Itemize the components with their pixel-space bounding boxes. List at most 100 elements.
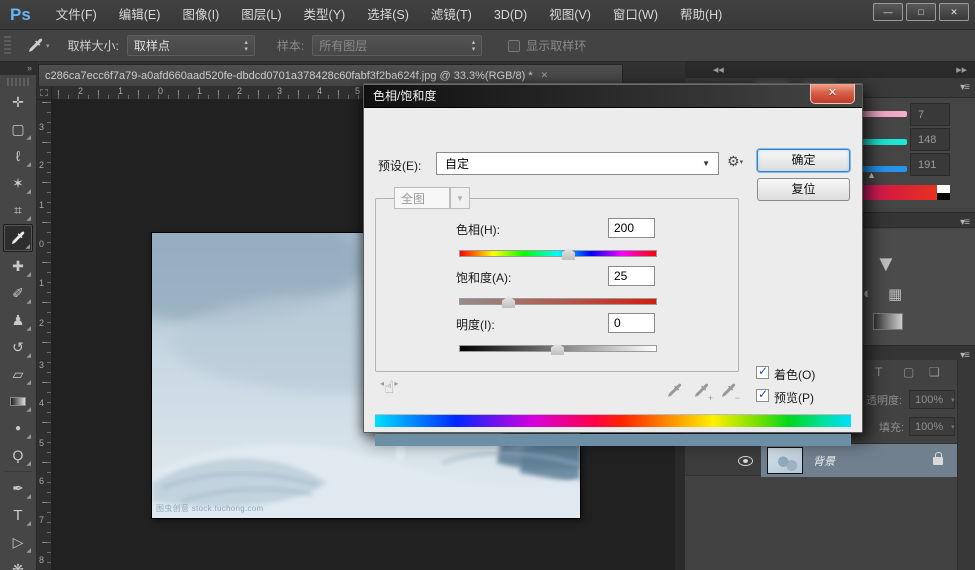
fill-dropdown[interactable]: 100% ▾ (909, 417, 955, 436)
sample-value: 所有图层 (319, 39, 368, 53)
dodge-tool[interactable]: Ϙ ◢ (3, 442, 33, 468)
blur-tool[interactable]: ● ◢ (3, 415, 33, 441)
dialog-title-bar[interactable]: 色相/饱和度 (364, 84, 862, 108)
color-value-1[interactable]: 7 (910, 103, 950, 126)
marquee-tool[interactable]: ▢ ◢ (3, 116, 33, 142)
preset-dropdown[interactable]: 自定 ▼ (436, 152, 719, 175)
saturation-input[interactable] (608, 266, 655, 286)
maximize-button[interactable]: □ (906, 3, 936, 21)
toolbar-collapse-icon[interactable]: » (0, 62, 36, 75)
eye-visibility-icon[interactable] (738, 456, 753, 466)
magic-wand-tool[interactable]: ✶ ◢ (3, 170, 33, 196)
layers-scroll-area[interactable] (957, 360, 975, 570)
lightness-slider-thumb[interactable] (551, 343, 564, 355)
ruler-number: 1 (39, 200, 45, 210)
menu-type[interactable]: 类型(Y) (293, 0, 357, 30)
custom-shape-tool[interactable]: ❋◢ (3, 556, 33, 570)
dock-header: ◀◀ ▶▶ (685, 62, 975, 78)
lasso-tool[interactable]: ℓ ◢ (3, 143, 33, 169)
ok-button[interactable]: 确定 (757, 149, 850, 172)
healing-brush-tool[interactable]: ✚ ◢ (3, 253, 33, 279)
sample-label: 样本: (276, 39, 305, 53)
vertical-ruler[interactable]: 3 2 1 0 1 2 3 4 5 6 7 8 (37, 100, 52, 570)
history-brush-tool[interactable]: ↺ ◢ (3, 334, 33, 360)
app-logo: Ps (10, 4, 31, 24)
color-slider-thumb-icon[interactable]: ▲ (867, 170, 876, 180)
menu-filter[interactable]: 滤镜(T) (420, 0, 483, 30)
ruler-number: 5 (355, 86, 361, 96)
layer-thumbnail[interactable] (767, 447, 803, 474)
menu-image[interactable]: 图像(I) (171, 0, 230, 30)
dialog-close-button[interactable]: ✕ (810, 84, 855, 104)
hue-slider-track[interactable] (459, 248, 657, 260)
layer-row-background[interactable]: 背景 (685, 443, 975, 477)
minimize-button[interactable]: — (873, 3, 903, 21)
pen-tool[interactable]: ✒ ◢ (3, 475, 33, 501)
adjustment-colorwheel-icon[interactable]: ◐ (863, 285, 872, 302)
panel-menu-icon[interactable]: ▾≡ (960, 217, 970, 228)
color-value-2[interactable]: 148 (910, 128, 950, 151)
sample-dropdown[interactable]: 所有图层 ▴ ▾ (312, 35, 483, 56)
menu-layer[interactable]: 图层(L) (230, 0, 292, 30)
opacity-dropdown[interactable]: 100% ▾ (909, 390, 955, 409)
eyedropper-sample-icon[interactable] (666, 382, 684, 400)
stamp-tool[interactable]: ♟ ◢ (3, 307, 33, 333)
path-select-tool[interactable]: ▷ ◢ (3, 529, 33, 555)
gradient-tool[interactable]: ◢ (3, 388, 33, 414)
expand-panels-icon[interactable]: ▶▶ (956, 66, 967, 74)
menu-file[interactable]: 文件(F) (45, 0, 108, 30)
ruler-number: 0 (39, 239, 45, 249)
filter-shape-icon[interactable]: ▢ (903, 365, 914, 379)
eyedropper-options-icon[interactable] (27, 37, 44, 54)
lightness-input[interactable] (608, 313, 655, 333)
hue-slider-thumb[interactable] (561, 248, 575, 260)
menu-edit[interactable]: 编辑(E) (108, 0, 172, 30)
adjustment-grid-icon[interactable]: ▦ (888, 285, 902, 303)
brush-tool[interactable]: ✐ ◢ (3, 280, 33, 306)
collapse-panels-icon[interactable]: ◀◀ (713, 66, 724, 74)
menu-view[interactable]: 视图(V) (538, 0, 602, 30)
eyedropper-subtract-icon[interactable]: − (720, 382, 740, 403)
menu-window[interactable]: 窗口(W) (602, 0, 669, 30)
preset-options-gear-icon[interactable]: ⚙▾ (727, 153, 743, 170)
tab-close-icon[interactable]: ✕ (541, 70, 549, 81)
preset-label: 预设(E): (378, 159, 422, 173)
color-value-3[interactable]: 191 (910, 153, 950, 176)
eraser-tool[interactable]: ▱ ◢ (3, 361, 33, 387)
menu-select[interactable]: 选择(S) (356, 0, 420, 30)
toolbar-grip[interactable] (7, 78, 29, 86)
adjustment-gradient-triangle-icon[interactable]: ▼ (875, 251, 897, 277)
show-ring-checkbox[interactable] (508, 39, 521, 52)
watermark-text: 图虫创意 stock.tuchong.com (156, 504, 264, 513)
ruler-number: 1 (39, 278, 45, 288)
preview-checkbox[interactable]: ✓ (756, 387, 769, 402)
eyedropper-tool[interactable]: ◢ (3, 224, 33, 252)
adjustment-gradientmap-icon[interactable] (873, 313, 903, 330)
hue-input[interactable] (608, 218, 655, 238)
crop-tool[interactable]: ⌗ ◢ (3, 197, 33, 223)
type-tool[interactable]: T ◢ (3, 502, 33, 528)
filter-type-icon[interactable]: T (875, 365, 882, 379)
reset-button[interactable]: 复位 (757, 178, 850, 201)
close-window-button[interactable]: ✕ (939, 3, 969, 21)
move-tool[interactable]: ✛ (3, 89, 33, 115)
menu-help[interactable]: 帮助(H) (669, 0, 733, 30)
dropdown-arrow-icon: ▾ (951, 396, 955, 404)
channel-dropdown[interactable]: 全图 (394, 187, 450, 209)
colorize-checkbox[interactable]: ✓ (756, 364, 769, 379)
menu-bar: Ps 文件(F) 编辑(E) 图像(I) 图层(L) 类型(Y) 选择(S) 滤… (0, 0, 975, 30)
lightness-slider-track[interactable] (459, 343, 657, 355)
menu-3d[interactable]: 3D(D) (483, 0, 538, 30)
black-swatch[interactable] (937, 193, 950, 200)
options-grip[interactable] (4, 35, 11, 56)
white-swatch[interactable] (937, 185, 950, 193)
eyedropper-add-icon[interactable]: + (693, 382, 713, 403)
targeted-adjustment-icon[interactable]: ◂☝▸ (380, 378, 398, 398)
filter-smartobject-icon[interactable]: ❏ (929, 365, 940, 379)
channel-dropdown-arrow-icon[interactable]: ▼ (450, 187, 470, 209)
saturation-slider-thumb[interactable] (502, 296, 515, 308)
saturation-slider-track[interactable] (459, 296, 657, 308)
sample-size-dropdown[interactable]: 取样点 ▴ ▾ (126, 35, 255, 56)
panel-menu-icon[interactable]: ▾≡ (960, 82, 970, 93)
tool-preset-arrow-icon[interactable]: ▾ (46, 42, 50, 50)
